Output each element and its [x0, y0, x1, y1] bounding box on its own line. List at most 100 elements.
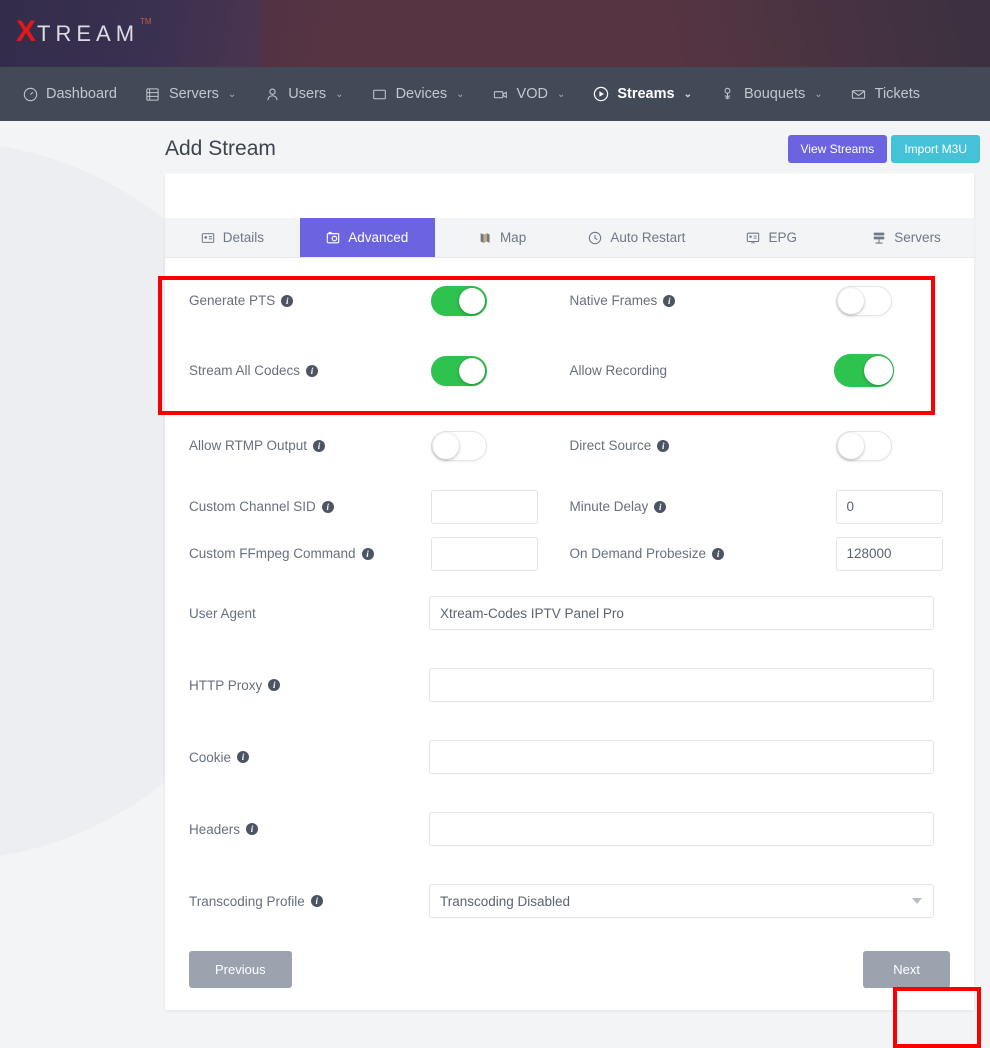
id-card-icon	[201, 231, 215, 245]
form-row-headers: Headers i	[165, 793, 974, 865]
clock-icon	[588, 231, 602, 245]
headers-input[interactable]	[429, 812, 934, 846]
label-text: Allow RTMP Output	[189, 438, 307, 453]
form-row-transcoding-profile: Transcoding Profile i	[165, 865, 974, 937]
native-frames-toggle[interactable]	[836, 286, 892, 316]
logo-wordmark: TREAM	[37, 23, 139, 45]
field-native-frames: Native Frames i	[570, 286, 975, 316]
form-row-cookie: Cookie i	[165, 721, 974, 793]
logo-trademark: TM	[140, 17, 152, 26]
nav-item-streams[interactable]: Streams ⌄	[579, 67, 706, 121]
field-minute-delay: Minute Delay i	[570, 490, 975, 524]
next-button[interactable]: Next	[863, 951, 950, 988]
form-row-user-agent: User Agent	[165, 577, 974, 649]
info-icon[interactable]: i	[237, 751, 249, 763]
tab-epg[interactable]: EPG	[704, 218, 839, 257]
label-text: Custom Channel SID	[189, 499, 316, 514]
http-proxy-input[interactable]	[429, 668, 934, 702]
field-custom-channel-sid: Custom Channel SID i	[165, 490, 570, 524]
custom-ffmpeg-input[interactable]	[431, 537, 538, 571]
transcoding-profile-select[interactable]	[429, 884, 934, 918]
label-text: Direct Source	[570, 438, 652, 453]
form-row-rtmp: Allow RTMP Output i Direct Source i	[165, 408, 974, 483]
nav-label: Dashboard	[46, 86, 117, 102]
info-icon[interactable]: i	[268, 679, 280, 691]
nav-item-tickets[interactable]: Tickets	[837, 67, 934, 121]
label-text: On Demand Probesize	[570, 546, 707, 561]
on-demand-probesize-label: On Demand Probesize i	[570, 546, 836, 561]
tab-auto-restart[interactable]: Auto Restart	[569, 218, 704, 257]
nav-item-devices[interactable]: Devices ⌄	[358, 67, 479, 121]
info-icon[interactable]: i	[246, 823, 258, 835]
field-allow-rtmp-output: Allow RTMP Output i	[165, 431, 570, 461]
direct-source-label: Direct Source i	[570, 438, 836, 453]
user-agent-input[interactable]	[429, 596, 934, 630]
label-text: Minute Delay	[570, 499, 649, 514]
nav-label: VOD	[517, 86, 548, 102]
allow-rtmp-output-toggle[interactable]	[431, 431, 487, 461]
tab-label: Details	[223, 230, 264, 245]
info-icon[interactable]: i	[322, 501, 334, 513]
info-icon[interactable]: i	[712, 548, 724, 560]
device-icon	[372, 86, 388, 102]
label-text: Generate PTS	[189, 293, 275, 308]
bouquet-icon	[720, 86, 736, 102]
nav-item-users[interactable]: Users ⌄	[250, 67, 357, 121]
custom-channel-sid-label: Custom Channel SID i	[165, 499, 431, 514]
info-icon[interactable]: i	[654, 501, 666, 513]
direct-source-toggle[interactable]	[836, 431, 892, 461]
allow-recording-toggle[interactable]	[834, 354, 894, 387]
label-text: Cookie	[189, 750, 231, 765]
toggle-knob	[433, 433, 459, 459]
nav-label: Servers	[169, 86, 219, 102]
tab-label: Servers	[894, 230, 941, 245]
tab-advanced[interactable]: Advanced	[300, 218, 435, 257]
form-row-codecs: Stream All Codecs i Allow Recording	[165, 333, 974, 408]
servers-icon	[872, 231, 886, 245]
tab-label: Auto Restart	[610, 230, 685, 245]
nav-item-vod[interactable]: VOD ⌄	[479, 67, 580, 121]
stream-all-codecs-toggle[interactable]	[431, 356, 487, 386]
page-title: Add Stream	[165, 137, 276, 161]
info-icon[interactable]: i	[362, 548, 374, 560]
nav-item-bouquets[interactable]: Bouquets ⌄	[706, 67, 837, 121]
tab-servers[interactable]: Servers	[839, 218, 974, 257]
previous-button[interactable]: Previous	[189, 951, 292, 988]
chevron-down-icon: ⌄	[557, 89, 565, 100]
info-icon[interactable]: i	[306, 365, 318, 377]
stream-form-card: Details Advanced Map	[165, 173, 974, 1010]
info-icon[interactable]: i	[313, 440, 325, 452]
cookie-input[interactable]	[429, 740, 934, 774]
tab-map[interactable]: Map	[435, 218, 570, 257]
page-content: Add Stream View Streams Import M3U Detai…	[165, 121, 990, 1010]
generate-pts-toggle[interactable]	[431, 286, 487, 316]
xtream-logo[interactable]: X TREAM TM	[16, 17, 152, 47]
nav-item-dashboard[interactable]: Dashboard	[8, 67, 131, 121]
label-text: Stream All Codecs	[189, 363, 300, 378]
info-icon[interactable]: i	[281, 295, 293, 307]
info-icon[interactable]: i	[311, 895, 323, 907]
on-demand-probesize-input[interactable]	[836, 537, 943, 571]
info-icon[interactable]: i	[663, 295, 675, 307]
http-proxy-label: HTTP Proxy i	[165, 678, 429, 693]
server-icon	[145, 86, 161, 102]
cookie-label: Cookie i	[165, 750, 429, 765]
custom-channel-sid-input[interactable]	[431, 490, 538, 524]
info-icon[interactable]: i	[657, 440, 669, 452]
minute-delay-input[interactable]	[836, 490, 943, 524]
nav-label: Devices	[396, 86, 448, 102]
nav-label: Users	[288, 86, 326, 102]
stream-icon	[593, 86, 609, 102]
label-text: Custom FFmpeg Command	[189, 546, 356, 561]
view-streams-button[interactable]: View Streams	[788, 135, 888, 163]
field-direct-source: Direct Source i	[570, 431, 975, 461]
transcoding-profile-label: Transcoding Profile i	[165, 894, 429, 909]
main-navigation: Dashboard Servers ⌄ Users ⌄ Devices ⌄ VO…	[0, 67, 990, 121]
form-row-ffmpeg: Custom FFmpeg Command i On Demand Probes…	[165, 530, 974, 577]
import-m3u-button[interactable]: Import M3U	[891, 135, 980, 163]
page-header: Add Stream View Streams Import M3U	[165, 121, 982, 173]
toggle-knob	[838, 288, 864, 314]
nav-item-servers[interactable]: Servers ⌄	[131, 67, 250, 121]
field-on-demand-probesize: On Demand Probesize i	[570, 537, 975, 571]
tab-details[interactable]: Details	[165, 218, 300, 257]
